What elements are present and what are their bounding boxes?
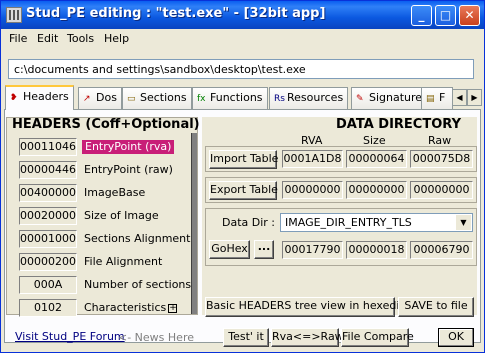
number-of-sections-label: Number of sections — [84, 278, 192, 291]
menu-help[interactable]: Help — [104, 32, 129, 45]
tab-scroll-left-icon[interactable]: ◀ — [452, 89, 467, 106]
menu-file[interactable]: File — [9, 32, 27, 45]
window-title: Stud_PE editing : "test.exe" - [32bit ap… — [26, 6, 326, 21]
sections-alignment-label: Sections Alignment — [84, 232, 191, 245]
gohex-button[interactable]: GoHex — [209, 240, 250, 259]
menu-edit[interactable]: Edit — [37, 32, 58, 45]
headers-title: HEADERS (Coff+Optional) — [12, 117, 200, 132]
file-icon: ▤ — [426, 94, 435, 104]
tab-label: Dos — [96, 91, 117, 104]
characteristics-text: Characteristics — [84, 301, 167, 314]
title-bar[interactable]: Stud_PE editing : "test.exe" - [32bit ap… — [1, 1, 484, 29]
sections-icon: ▭ — [127, 94, 136, 104]
resources-icon: Rs — [274, 94, 285, 104]
data-directory-title: DATA DIRECTORY — [336, 117, 461, 132]
tab-signature[interactable]: ✎ Signature — [351, 87, 428, 109]
import-table-button[interactable]: Import Table — [209, 150, 278, 169]
browse-button[interactable]: ... — [254, 240, 274, 259]
imagebase-value[interactable]: 00400000 — [19, 184, 77, 202]
sections-alignment-value[interactable]: 00001000 — [19, 230, 77, 248]
entrypoint-raw-label: EntryPoint (raw) — [84, 163, 173, 176]
entrypoint-rva-value[interactable]: 00011046 — [19, 138, 77, 156]
tab-functions[interactable]: fx Functions — [192, 87, 268, 109]
tab-sections[interactable]: ▭ Sections — [122, 87, 192, 109]
tab-bar: ❥ Headers ↗ Dos ▭ Sections fx Functions Rs Re… — [1, 85, 484, 110]
headers-icon: ❥ — [10, 93, 18, 103]
save-to-file-button[interactable]: SAVE to file — [398, 297, 474, 317]
size-of-image-value[interactable]: 00020000 — [19, 207, 77, 225]
ok-button[interactable]: OK — [438, 328, 474, 347]
export-size-value[interactable]: 00000000 — [346, 181, 407, 199]
close-button[interactable]: ✕ — [459, 5, 480, 26]
entry-size-value[interactable]: 00000018 — [346, 241, 407, 259]
dos-icon: ↗ — [83, 94, 91, 104]
characteristics-label: Characteristics + — [84, 301, 178, 314]
size-of-image-label: Size of Image — [84, 209, 159, 222]
tab-scroll-right-icon[interactable]: ▶ — [467, 89, 482, 106]
tree-view-button[interactable]: Basic HEADERS tree view in hexeditor — [205, 297, 415, 317]
file-alignment-value[interactable]: 00000200 — [19, 253, 77, 271]
file-path-field[interactable]: c:\documents and settings\sandbox\deskto… — [8, 59, 474, 79]
characteristics-value[interactable]: 0102 — [19, 299, 77, 317]
signature-icon: ✎ — [356, 94, 364, 104]
tab-f[interactable]: ▤ F — [421, 87, 453, 109]
menu-bar: File Edit Tools Help — [1, 29, 484, 49]
export-table-button[interactable]: Export Table — [209, 181, 278, 200]
dropdown-arrow-icon[interactable]: ▼ — [456, 215, 471, 230]
file-compare-button[interactable]: File Compare — [341, 328, 414, 347]
tab-label: Signature — [369, 91, 423, 104]
tab-headers[interactable]: ❥ Headers — [5, 85, 74, 110]
tab-dos[interactable]: ↗ Dos — [78, 87, 122, 109]
export-rva-value[interactable]: 00000000 — [282, 181, 343, 199]
file-alignment-label: File Alignment — [84, 255, 163, 268]
import-rva-value[interactable]: 0001A1D8 — [282, 150, 343, 168]
tab-label: Resources — [287, 91, 344, 104]
import-size-value[interactable]: 00000064 — [346, 150, 407, 168]
datadir-select[interactable]: IMAGE_DIR_ENTRY_TLS ▼ — [280, 213, 473, 232]
entrypoint-raw-value[interactable]: 00000446 — [19, 161, 77, 179]
tab-label: Headers — [23, 90, 69, 103]
export-raw-value[interactable]: 00000000 — [410, 181, 473, 199]
forum-link[interactable]: Visit Stud_PE Forum — [15, 330, 125, 343]
test-it-button[interactable]: Test' it — [223, 328, 269, 347]
app-icon — [6, 7, 22, 23]
main-window: Stud_PE editing : "test.exe" - [32bit ap… — [0, 0, 485, 353]
datadir-selected: IMAGE_DIR_ENTRY_TLS — [285, 216, 412, 229]
tab-label: Sections — [140, 91, 187, 104]
minimize-button[interactable]: _ — [411, 5, 432, 26]
news-label: <- News Here — [118, 331, 194, 344]
rva-raw-button[interactable]: Rva<=>Raw — [271, 328, 344, 347]
entry-raw-value[interactable]: 00006790 — [410, 241, 473, 259]
tab-resources[interactable]: Rs Resources — [269, 87, 349, 109]
entry-rva-value[interactable]: 00017790 — [282, 241, 343, 259]
expand-icon[interactable]: + — [168, 303, 178, 313]
import-raw-value[interactable]: 000075D8 — [410, 150, 473, 168]
tab-label: Functions — [210, 91, 263, 104]
functions-icon: fx — [197, 94, 206, 104]
entrypoint-rva-label[interactable]: EntryPoint (rva) — [82, 140, 175, 154]
menu-tools[interactable]: Tools — [67, 32, 94, 45]
imagebase-label: ImageBase — [84, 186, 146, 199]
maximize-button[interactable]: □ — [435, 5, 456, 26]
datadir-label: Data Dir : — [222, 216, 276, 229]
tab-scroll: ◀ ▶ — [452, 89, 482, 106]
number-of-sections-value[interactable]: 000A — [19, 276, 77, 294]
headers-scrollbar[interactable] — [191, 133, 197, 314]
tab-label: F — [439, 91, 446, 104]
